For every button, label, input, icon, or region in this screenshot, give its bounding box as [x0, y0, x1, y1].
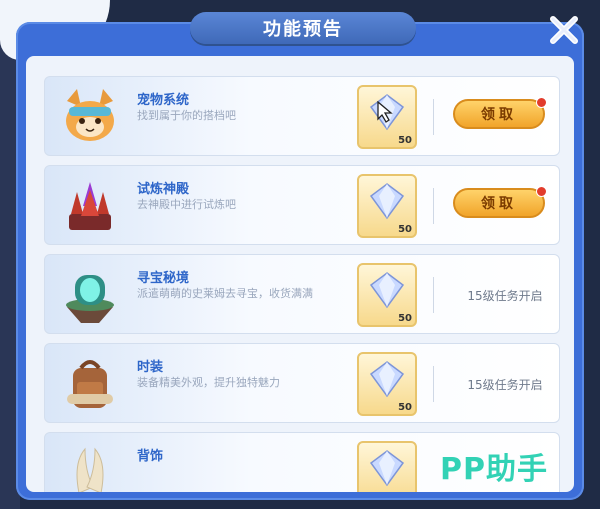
feature-preview-dialog: 宠物系统 找到属于你的搭档吧 50 领取 试炼神殿 去神殿中进行试炼吧 50 领…: [16, 22, 584, 500]
cursor-icon: [377, 101, 393, 123]
feature-description: 去神殿中进行试炼吧: [137, 198, 236, 211]
feature-row-pet: 宠物系统 找到属于你的搭档吧 50 领取: [44, 76, 560, 156]
diamond-icon: [369, 450, 405, 487]
row-divider: [433, 188, 434, 224]
crystal-temple-icon: [59, 176, 121, 236]
reward-slot[interactable]: [357, 441, 417, 492]
feature-row-treasure-realm: 寻宝秘境 派遣萌萌的史莱姆去寻宝，收货满满 50 15级任务开启: [44, 254, 560, 334]
feature-row-fashion: 时装 装备精美外观，提升独特魅力 50 15级任务开启: [44, 343, 560, 423]
feature-name: 宠物系统: [137, 93, 190, 108]
portal-island-icon: [59, 265, 121, 325]
feature-name: 试炼神殿: [137, 182, 190, 197]
claim-button[interactable]: 领取: [453, 186, 547, 218]
dialog-content: 宠物系统 找到属于你的搭档吧 50 领取 试炼神殿 去神殿中进行试炼吧 50 领…: [26, 56, 574, 492]
reward-slot[interactable]: 50: [357, 85, 417, 149]
reward-count: 50: [398, 135, 412, 146]
feature-name: 背饰: [137, 449, 164, 464]
reward-count: 50: [398, 402, 412, 413]
reward-slot[interactable]: 50: [357, 263, 417, 327]
row-divider: [433, 99, 434, 135]
reward-count: 50: [398, 313, 412, 324]
feature-name: 时装: [137, 360, 164, 375]
watermark: PP助手: [440, 452, 548, 487]
diamond-icon: [369, 272, 405, 309]
unlock-requirement: 15级任务开启: [467, 378, 543, 392]
diamond-icon: [369, 183, 405, 220]
close-x-icon: [550, 16, 578, 44]
feature-description: 找到属于你的搭档吧: [137, 109, 236, 122]
reward-count: 50: [398, 224, 412, 235]
wing-icon: [59, 443, 121, 492]
backpack-icon: [59, 354, 121, 414]
claim-button-label: 领取: [481, 196, 517, 212]
claim-button-label: 领取: [481, 107, 517, 123]
notification-dot: [536, 97, 547, 108]
close-button[interactable]: [546, 12, 582, 48]
dialog-title: 功能预告: [190, 12, 416, 44]
unlock-requirement: 15级任务开启: [467, 289, 543, 303]
reward-slot[interactable]: 50: [357, 174, 417, 238]
reward-slot[interactable]: 50: [357, 352, 417, 416]
diamond-icon: [369, 361, 405, 398]
claim-button[interactable]: 领取: [453, 97, 547, 129]
feature-description: 派遣萌萌的史莱姆去寻宝，收货满满: [137, 287, 313, 300]
feature-description: 装备精美外观，提升独特魅力: [137, 376, 280, 389]
feature-row-trial-temple: 试炼神殿 去神殿中进行试炼吧 50 领取: [44, 165, 560, 245]
notification-dot: [536, 186, 547, 197]
feature-name: 寻宝秘境: [137, 271, 190, 286]
row-divider: [433, 277, 434, 313]
cat-pet-icon: [59, 87, 121, 147]
row-divider: [433, 366, 434, 402]
